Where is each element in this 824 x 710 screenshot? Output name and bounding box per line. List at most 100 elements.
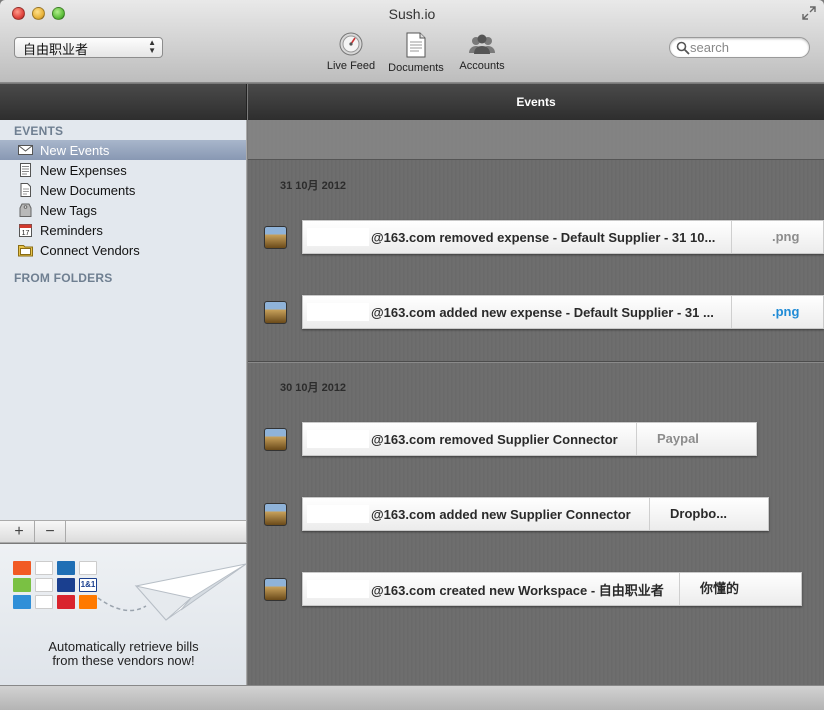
toolbar-documents[interactable]: Documents	[384, 32, 448, 74]
events-top-band	[248, 120, 824, 160]
window-titlebar: Sush.io 自由职业者 ▲ ▼ Live Feed Documents Acc…	[0, 0, 824, 83]
search-input[interactable]: search	[669, 37, 810, 58]
event-row[interactable]: @163.com removed Supplier Connector Payp…	[264, 422, 757, 458]
event-detail[interactable]: Dropbo...	[649, 498, 768, 530]
sidebar-item-new-expenses[interactable]: New Expenses	[0, 160, 246, 180]
vendor-logo	[13, 595, 31, 609]
event-row[interactable]: @163.com removed expense - Default Suppl…	[264, 220, 824, 256]
vendor-logo	[57, 561, 75, 575]
event-card[interactable]: @163.com removed expense - Default Suppl…	[302, 220, 824, 254]
event-message: @163.com removed expense - Default Suppl…	[371, 229, 716, 245]
user-avatar-icon	[264, 428, 287, 451]
event-message: @163.com created new Workspace - 自由职业者	[371, 582, 664, 598]
sidebar-item-new-events[interactable]: New Events	[0, 140, 246, 160]
event-card[interactable]: @163.com added new Supplier Connector Dr…	[302, 497, 769, 531]
redacted-email	[307, 505, 369, 523]
event-detail[interactable]: .png	[731, 221, 823, 253]
vendor-logo	[79, 595, 97, 609]
vendor-logo	[35, 595, 53, 609]
redacted-email	[307, 303, 369, 321]
vendor-logo	[57, 578, 75, 592]
sidebar: EVENTS New Events New Expenses New Docum…	[0, 120, 247, 520]
event-detail[interactable]: 你懂的	[679, 573, 801, 605]
sidebar-section-folders: FROM FOLDERS	[14, 271, 113, 285]
user-avatar-icon	[264, 226, 287, 249]
calendar-icon: 17	[19, 224, 32, 237]
vendor-logo	[79, 561, 97, 575]
vendor-logo-1and1: 1&1	[79, 578, 97, 592]
select-arrows-icon: ▲ ▼	[148, 38, 156, 55]
sidebar-item-new-tags[interactable]: New Tags	[0, 200, 246, 220]
redacted-email	[307, 580, 369, 598]
vendor-logo	[13, 578, 31, 592]
sidebar-header	[0, 84, 247, 120]
event-card[interactable]: @163.com added new expense - Default Sup…	[302, 295, 824, 329]
redacted-email	[307, 228, 369, 246]
sidebar-item-label: New Events	[40, 142, 110, 158]
vendor-logo	[57, 595, 75, 609]
document-icon	[20, 183, 31, 197]
event-detail-link[interactable]: .png	[731, 296, 823, 328]
date-label: 31 10月 2012	[280, 180, 347, 192]
sidebar-item-connect-vendors[interactable]: Connect Vendors	[0, 240, 246, 260]
sidebar-bottom-bar: + −	[0, 520, 247, 543]
envelope-icon	[18, 145, 33, 155]
status-bar	[0, 685, 824, 710]
event-card[interactable]: @163.com created new Workspace - 自由职业者 你…	[302, 572, 802, 606]
toolbar-accounts-label: Accounts	[459, 60, 505, 72]
event-detail[interactable]: Paypal	[636, 423, 756, 455]
sidebar-item-label: New Tags	[40, 202, 97, 218]
fullscreen-icon[interactable]	[802, 6, 816, 20]
day-separator	[248, 361, 824, 362]
event-row[interactable]: @163.com added new expense - Default Sup…	[264, 295, 824, 331]
redacted-email	[307, 430, 369, 448]
vendor-promo[interactable]: 1&1 Automatically retrieve bills from th…	[0, 544, 247, 685]
workspace-select-value: 自由职业者	[23, 42, 89, 57]
vendor-logo	[13, 561, 31, 575]
vendor-promo-line2: from these vendors now!	[52, 653, 195, 668]
event-row[interactable]: @163.com added new Supplier Connector Dr…	[264, 497, 769, 533]
sidebar-item-reminders[interactable]: 17 Reminders	[0, 220, 246, 240]
vendor-promo-line1: Automatically retrieve bills	[48, 639, 199, 654]
folder-icon	[18, 245, 33, 257]
sidebar-item-label: New Expenses	[40, 162, 127, 178]
search-icon	[676, 41, 690, 55]
sidebar-section-events: EVENTS	[14, 124, 64, 138]
vendor-logo	[35, 561, 53, 575]
remove-folder-button[interactable]: −	[35, 521, 66, 543]
sidebar-item-label: Connect Vendors	[40, 242, 140, 258]
toolbar-live-feed-label: Live Feed	[326, 60, 376, 72]
sidebar-event-list: New Events New Expenses New Documents Ne…	[0, 140, 246, 260]
toolbar-accounts[interactable]: Accounts	[454, 32, 510, 72]
event-row[interactable]: @163.com created new Workspace - 自由职业者 你…	[264, 572, 802, 608]
receipt-icon	[20, 163, 31, 177]
accounts-icon	[469, 34, 495, 54]
user-avatar-icon	[264, 503, 287, 526]
search-placeholder: search	[690, 40, 730, 55]
vendor-promo-text: Automatically retrieve bills from these …	[0, 640, 247, 668]
events-pane: 31 10月 2012 @163.com removed expense - D…	[248, 120, 824, 685]
event-message: @163.com added new expense - Default Sup…	[371, 304, 714, 320]
user-avatar-icon	[264, 301, 287, 324]
event-message: @163.com added new Supplier Connector	[371, 506, 631, 522]
live-feed-icon	[339, 32, 363, 56]
user-avatar-icon	[264, 578, 287, 601]
main-header: Events	[248, 84, 824, 120]
vendor-logo-grid: 1&1	[13, 561, 97, 609]
date-label: 30 10月 2012	[280, 382, 347, 394]
sidebar-item-label: New Documents	[40, 182, 136, 198]
document-icon	[406, 32, 426, 58]
add-folder-button[interactable]: +	[4, 521, 35, 543]
sidebar-item-label: Reminders	[40, 222, 103, 238]
svg-text:17: 17	[22, 230, 30, 237]
event-message: @163.com removed Supplier Connector	[371, 431, 618, 447]
tag-icon	[19, 203, 32, 217]
vendor-logo	[35, 578, 53, 592]
sidebar-item-new-documents[interactable]: New Documents	[0, 180, 246, 200]
window-title: Sush.io	[388, 6, 436, 22]
paper-plane-illustration	[97, 563, 247, 621]
toolbar-live-feed[interactable]: Live Feed	[325, 32, 377, 72]
event-card[interactable]: @163.com removed Supplier Connector Payp…	[302, 422, 757, 456]
toolbar-documents-label: Documents	[388, 62, 444, 74]
workspace-select[interactable]: 自由职业者 ▲ ▼	[14, 37, 163, 58]
